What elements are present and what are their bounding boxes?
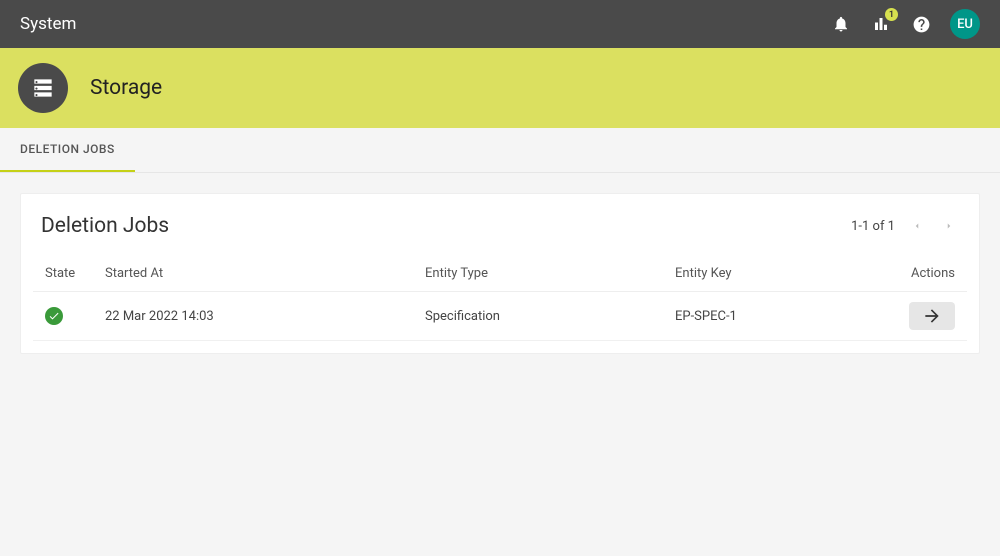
deletion-jobs-table: State Started At Entity Type Entity Key … bbox=[33, 256, 967, 341]
page-hero: Storage bbox=[0, 48, 1000, 128]
cell-actions bbox=[830, 292, 967, 341]
arrow-right-icon bbox=[922, 306, 942, 326]
topnav-actions: 1 EU bbox=[830, 9, 980, 39]
col-state: State bbox=[33, 256, 93, 292]
success-icon bbox=[45, 307, 63, 325]
user-avatar[interactable]: EU bbox=[950, 9, 980, 39]
col-actions: Actions bbox=[830, 256, 967, 292]
app-title: System bbox=[20, 14, 830, 34]
col-started-at: Started At bbox=[93, 256, 413, 292]
cell-entity-key: EP-SPEC-1 bbox=[663, 292, 830, 341]
tabs-bar: DELETION JOBS bbox=[0, 128, 1000, 173]
card-title: Deletion Jobs bbox=[41, 214, 851, 238]
chevron-left-icon bbox=[912, 221, 922, 231]
storage-icon-circle bbox=[18, 63, 68, 113]
tab-deletion-jobs[interactable]: DELETION JOBS bbox=[0, 128, 135, 172]
table-header-row: State Started At Entity Type Entity Key … bbox=[33, 256, 967, 292]
cell-entity-type: Specification bbox=[413, 292, 663, 341]
table-row: 22 Mar 2022 14:03 Specification EP-SPEC-… bbox=[33, 292, 967, 341]
notifications-button[interactable] bbox=[830, 13, 852, 35]
col-entity-key: Entity Key bbox=[663, 256, 830, 292]
cell-started-at: 22 Mar 2022 14:03 bbox=[93, 292, 413, 341]
check-icon bbox=[48, 310, 60, 322]
pagination: 1-1 of 1 bbox=[851, 216, 959, 236]
card-header: Deletion Jobs 1-1 of 1 bbox=[33, 214, 967, 256]
view-job-button[interactable] bbox=[909, 302, 955, 330]
help-icon bbox=[912, 15, 931, 34]
cell-state bbox=[33, 292, 93, 341]
col-entity-type: Entity Type bbox=[413, 256, 663, 292]
next-page-button[interactable] bbox=[939, 216, 959, 236]
chevron-right-icon bbox=[944, 221, 954, 231]
prev-page-button[interactable] bbox=[907, 216, 927, 236]
pagination-text: 1-1 of 1 bbox=[851, 219, 895, 234]
bell-icon bbox=[832, 15, 850, 33]
help-button[interactable] bbox=[910, 13, 932, 35]
deletion-jobs-card: Deletion Jobs 1-1 of 1 State Started At … bbox=[20, 193, 980, 354]
storage-icon bbox=[30, 75, 56, 101]
page-title: Storage bbox=[90, 76, 162, 100]
stats-button[interactable]: 1 bbox=[870, 13, 892, 35]
content-area: Deletion Jobs 1-1 of 1 State Started At … bbox=[0, 173, 1000, 374]
top-nav: System 1 EU bbox=[0, 0, 1000, 48]
stats-badge: 1 bbox=[885, 8, 898, 21]
